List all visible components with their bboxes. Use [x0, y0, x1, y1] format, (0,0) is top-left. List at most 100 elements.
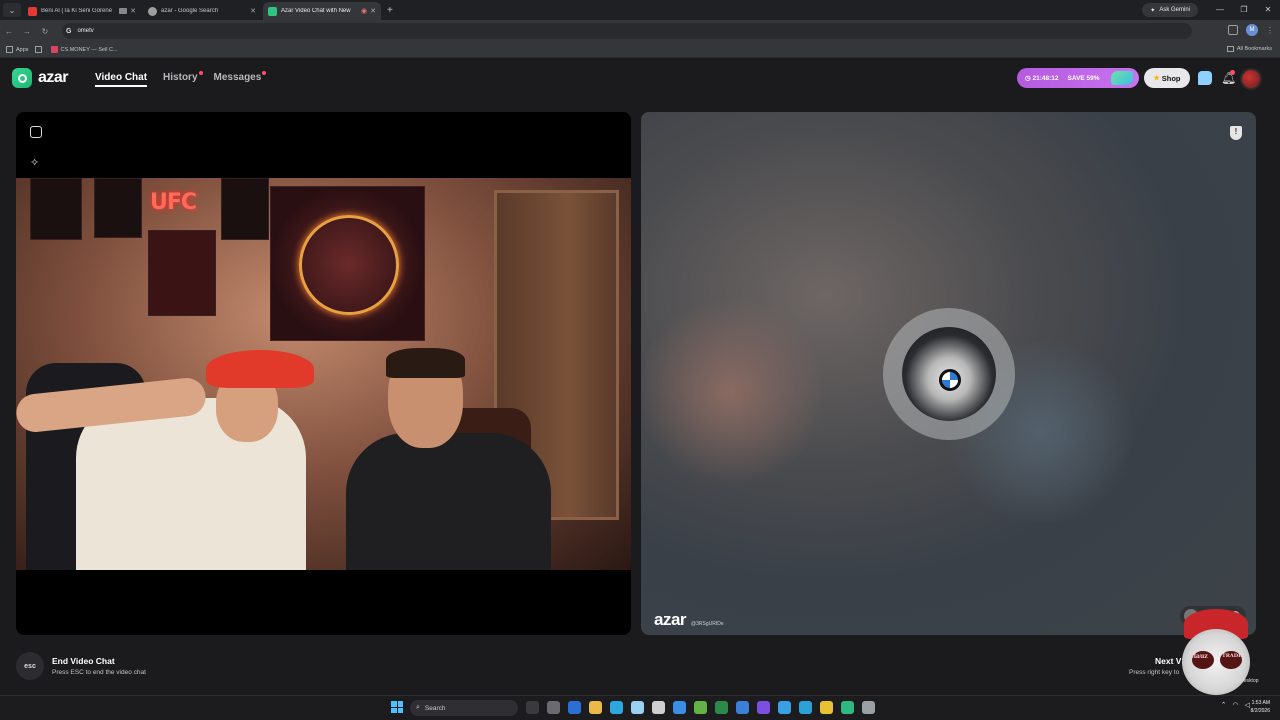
windows-taskbar: ⌕ Search ⌃ ◠ ◁ 1:53 AM 8/2/2026 [0, 695, 1280, 720]
taskbar-app-icon[interactable] [631, 701, 644, 714]
taskbar-clock[interactable]: 1:53 AM 8/2/2026 [1251, 699, 1270, 715]
end-video-chat-title[interactable]: End Video Chat [52, 656, 115, 666]
camera-switch-icon[interactable] [30, 126, 42, 138]
profile-avatar[interactable]: M [1246, 24, 1258, 36]
nav-label: Messages [213, 72, 262, 83]
nav-history[interactable]: History [163, 71, 203, 83]
close-window-icon[interactable]: ✕ [1256, 0, 1280, 20]
browser-tab-strip: ⌄ Beni Al (Ta Ki Seni Görene ✕ azar - Go… [0, 0, 1280, 20]
windows-start-icon[interactable] [391, 701, 403, 713]
watermark-id: @3RSgURIDe [691, 621, 724, 627]
nav-video-chat[interactable]: Video Chat [95, 72, 148, 87]
minimize-icon[interactable]: — [1208, 0, 1232, 20]
magic-wand-icon[interactable]: ✧ [30, 156, 39, 169]
notification-dot [198, 71, 203, 75]
taskbar-app-icon[interactable] [568, 701, 581, 714]
azar-app: azar Video Chat History Messages ◷ 21:48… [0, 58, 1280, 695]
tab-1[interactable]: Beni Al (Ta Ki Seni Görene ✕ [23, 2, 141, 20]
tab-title: Azar Video Chat with New [281, 8, 351, 14]
media-icon [119, 8, 128, 14]
taskbar-apps [526, 701, 875, 714]
ask-gemini-button[interactable]: ✦ Ask Gemini [1142, 3, 1198, 17]
bookmarks-bar: Apps CS.MONEY — Sell C... All Bookmarks [0, 42, 1280, 58]
clock-time: 1:53 AM [1251, 700, 1270, 706]
video-poster [94, 178, 142, 238]
promo-timer: ◷ 21:48:12 [1025, 75, 1059, 82]
nav-label: Video Chat [95, 72, 148, 83]
taskbar-app-icon[interactable] [547, 701, 560, 714]
close-tab-icon[interactable]: ✕ [130, 7, 136, 15]
partner-video-panel: ! azar @3RSgURIDe sara [641, 112, 1256, 635]
extensions-icon[interactable] [1228, 25, 1238, 35]
taskbar-app-icon[interactable] [589, 701, 602, 714]
desktop-tooltip: w desktop [1236, 678, 1259, 684]
forward-icon[interactable]: → [18, 27, 36, 36]
csmoney-icon [50, 46, 58, 53]
promo-banner[interactable]: ◷ 21:48:12 SAVE 59% [1017, 68, 1139, 88]
grid-icon [34, 46, 42, 53]
streamer-face: Clauz TRADE [1182, 629, 1250, 695]
taskbar-app-icon[interactable] [526, 701, 539, 714]
taskbar-app-icon[interactable] [673, 701, 686, 714]
wifi-icon[interactable]: ◠ [1233, 701, 1239, 709]
video-poster [148, 230, 216, 316]
close-tab-icon[interactable]: ✕ [250, 7, 256, 15]
user-avatar[interactable] [1240, 68, 1262, 90]
address-bar[interactable]: G ometv [62, 23, 1192, 39]
star-icon: ★ [1153, 75, 1160, 82]
shop-label: Shop [1161, 73, 1181, 83]
bookmark-csmoney[interactable]: CS.MONEY — Sell C... [50, 46, 118, 53]
taskbar-app-icon[interactable] [799, 701, 812, 714]
shield-icon[interactable]: ! [1230, 126, 1242, 140]
address-bar-value: ometv [77, 28, 94, 34]
tab-search-icon[interactable]: ⌄ [3, 3, 21, 17]
all-bookmarks-button[interactable]: All Bookmarks [1226, 46, 1272, 52]
menu-icon[interactable]: ⋮ [1266, 26, 1274, 35]
video-hair [386, 348, 465, 378]
esc-key-badge[interactable]: esc [16, 652, 44, 680]
chevron-up-icon[interactable]: ⌃ [1221, 701, 1227, 709]
taskbar-app-icon[interactable] [652, 701, 665, 714]
taskbar-app-icon[interactable] [715, 701, 728, 714]
end-video-chat-hint: Press ESC to end the video chat [52, 669, 146, 676]
taskbar-app-icon[interactable] [841, 701, 854, 714]
taskbar-app-icon[interactable] [694, 701, 707, 714]
promo-discount: SAVE 59% [1067, 74, 1100, 82]
ask-gemini-label: Ask Gemini [1159, 7, 1190, 13]
taskbar-search-placeholder: Search [424, 704, 446, 712]
taskbar-app-icon[interactable] [820, 701, 833, 714]
azar-logo-icon [12, 68, 32, 88]
watermark-logo: azar [654, 610, 687, 629]
window-controls: — ❐ ✕ [1208, 0, 1280, 20]
taskbar-app-icon[interactable] [757, 701, 770, 714]
tab-title: Beni Al (Ta Ki Seni Görene [41, 8, 113, 14]
taskbar-app-icon[interactable] [778, 701, 791, 714]
video-person [346, 433, 551, 570]
bmw-logo-icon [939, 369, 961, 391]
taskbar-app-icon[interactable] [610, 701, 623, 714]
close-tab-icon[interactable]: ✕ [370, 7, 376, 15]
neon-sign: UFC [150, 190, 197, 215]
taskbar-search[interactable]: ⌕ Search [410, 700, 518, 716]
volume-icon[interactable]: ◁ [1245, 701, 1250, 709]
azar-favicon-icon [268, 6, 277, 16]
maximize-icon[interactable]: ❐ [1232, 0, 1256, 20]
partner-thumbnail [902, 327, 996, 421]
bookmark-apps[interactable]: Apps [6, 46, 29, 53]
azar-logo[interactable]: azar [12, 68, 69, 88]
reload-icon[interactable]: ↻ [36, 27, 54, 36]
nav-messages[interactable]: Messages [213, 71, 267, 83]
taskbar-app-icon[interactable] [736, 701, 749, 714]
nav-label: History [163, 72, 198, 83]
notification-dot [1230, 70, 1235, 75]
taskbar-app-icon[interactable] [862, 701, 875, 714]
bookmark-grid[interactable] [34, 46, 45, 53]
chat-bubble-icon[interactable] [1198, 71, 1212, 85]
tab-3-active[interactable]: Azar Video Chat with New ◉ ✕ [263, 2, 381, 20]
shop-button[interactable]: ★ Shop [1144, 68, 1190, 88]
tab-2[interactable]: azar - Google Search ✕ [143, 2, 261, 20]
new-tab-button[interactable]: + [387, 5, 393, 16]
youtube-favicon-icon [28, 6, 37, 16]
video-poster [30, 178, 82, 240]
back-icon[interactable]: ← [0, 27, 18, 36]
